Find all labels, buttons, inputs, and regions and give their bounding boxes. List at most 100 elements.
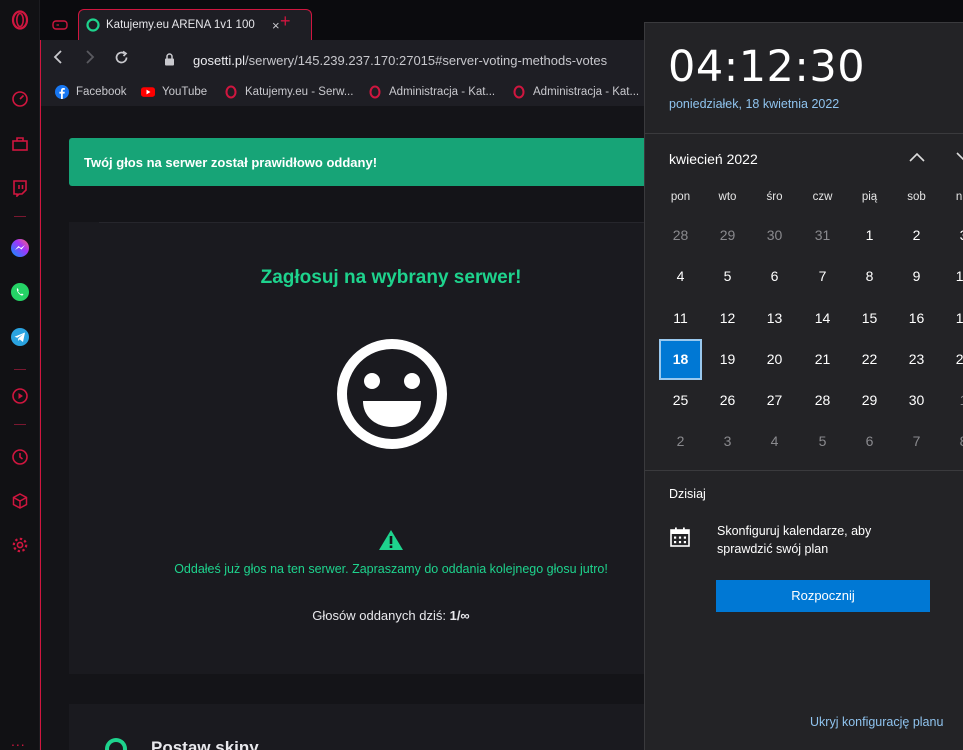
calendar-day[interactable]: 12: [704, 298, 751, 339]
month-label[interactable]: kwiecień 2022: [669, 151, 758, 167]
opera-sidebar: ...: [0, 0, 40, 750]
calendar-day[interactable]: 31: [799, 215, 846, 256]
opera-icon: [224, 85, 238, 99]
twitch-icon[interactable]: [9, 177, 31, 199]
settings-icon[interactable]: [9, 534, 31, 556]
weekday: czw: [812, 191, 833, 203]
sidebar-divider: [14, 369, 26, 370]
telegram-icon[interactable]: [9, 326, 31, 348]
calendar-day[interactable]: 7: [893, 421, 940, 462]
player-icon[interactable]: [9, 385, 31, 407]
bookmark-katujemy[interactable]: Katujemy.eu - Serw...: [224, 85, 353, 99]
lock-icon[interactable]: [164, 53, 175, 71]
calendar-day[interactable]: 29: [704, 215, 751, 256]
url-path: /serwery/145.239.237.170:27015#server-vo…: [245, 53, 608, 68]
weekday: sob: [907, 191, 926, 203]
calendar-day[interactable]: 7: [799, 256, 846, 297]
bookmark-label: Administracja - Kat...: [533, 86, 640, 98]
calendar-day[interactable]: 17: [940, 298, 963, 339]
calendar-day[interactable]: 1: [940, 380, 963, 421]
calendar-day[interactable]: 29: [846, 380, 893, 421]
calendar-day[interactable]: 10: [940, 256, 963, 297]
calendar-day[interactable]: 22: [846, 339, 893, 380]
extensions-icon[interactable]: [9, 490, 31, 512]
bookmark-admin-2[interactable]: Administracja - Kat...: [512, 85, 639, 99]
my-flow-icon[interactable]: [9, 133, 31, 155]
calendar-day[interactable]: 15: [846, 298, 893, 339]
close-tab-icon[interactable]: ×: [272, 18, 280, 33]
opera-icon: [368, 85, 382, 99]
flyout-divider: [645, 133, 963, 134]
votes-value: 1/∞: [449, 608, 470, 623]
bookmark-admin-1[interactable]: Administracja - Kat...: [368, 85, 495, 99]
votes-today: Głosów oddanych dziś: 1/∞: [41, 608, 741, 623]
gamepad-icon[interactable]: [52, 17, 68, 35]
calendar-day[interactable]: 6: [751, 256, 798, 297]
url-host: gosetti.pl: [193, 53, 246, 68]
forward-icon[interactable]: [85, 50, 95, 68]
hide-plan-link[interactable]: Ukryj konfigurację planu: [810, 715, 943, 729]
calendar-day[interactable]: 3: [940, 215, 963, 256]
whatsapp-icon[interactable]: [9, 281, 31, 303]
smiley-icon: [335, 337, 449, 456]
today-label: Dzisiaj: [669, 487, 706, 501]
opera-logo-icon[interactable]: [9, 9, 31, 31]
more-icon[interactable]: ...: [11, 733, 26, 749]
calendar-day[interactable]: 28: [657, 215, 704, 256]
calendar-day[interactable]: 8: [940, 421, 963, 462]
warning-icon: [378, 529, 404, 556]
youtube-icon: [141, 85, 155, 99]
calendar-day-today[interactable]: 18: [659, 339, 702, 380]
history-icon[interactable]: [9, 446, 31, 468]
start-button[interactable]: Rozpocznij: [716, 580, 930, 612]
speed-dial-icon[interactable]: [9, 88, 31, 110]
calendar-day[interactable]: 9: [893, 256, 940, 297]
calendar-icon: [669, 526, 691, 553]
opera-icon: [512, 85, 526, 99]
calendar-day[interactable]: 8: [846, 256, 893, 297]
tab-title: Katujemy.eu ARENA 1v1 100: [106, 19, 255, 31]
calendar-day[interactable]: 27: [751, 380, 798, 421]
calendar-day[interactable]: 4: [657, 256, 704, 297]
calendar-day[interactable]: 20: [751, 339, 798, 380]
calendar-day[interactable]: 14: [799, 298, 846, 339]
date-link[interactable]: poniedziałek, 18 kwietnia 2022: [669, 97, 839, 111]
calendar-day[interactable]: 23: [893, 339, 940, 380]
calendar-day[interactable]: 5: [799, 421, 846, 462]
calendar-day[interactable]: 5: [704, 256, 751, 297]
bookmark-label: YouTube: [162, 86, 208, 98]
url-field[interactable]: gosetti.pl/serwery/145.239.237.170:27015…: [193, 53, 607, 68]
calendar-day[interactable]: 6: [846, 421, 893, 462]
calendar-day[interactable]: 26: [704, 380, 751, 421]
calendar-day[interactable]: 21: [799, 339, 846, 380]
weekday: śro: [766, 191, 783, 203]
weekday: wto: [718, 191, 737, 203]
chevron-up-icon[interactable]: [908, 150, 926, 168]
calendar-day[interactable]: 2: [657, 421, 704, 462]
chevron-down-icon[interactable]: [955, 150, 963, 168]
tab-active[interactable]: Katujemy.eu ARENA 1v1 100 ×: [78, 9, 312, 40]
calendar-day[interactable]: 16: [893, 298, 940, 339]
bookmark-facebook[interactable]: Facebook: [55, 85, 127, 99]
calendar-day[interactable]: 11: [657, 298, 704, 339]
already-voted-message: Oddałeś już głos na ten serwer. Zaprasza…: [174, 562, 608, 576]
calendar-day[interactable]: 25: [657, 380, 704, 421]
calendar-day[interactable]: 13: [751, 298, 798, 339]
back-icon[interactable]: [53, 50, 63, 68]
section-title: Postaw skiny: [151, 738, 259, 750]
bookmark-label: Facebook: [76, 86, 127, 98]
reload-icon[interactable]: [114, 50, 129, 69]
calendar-day[interactable]: 30: [751, 215, 798, 256]
flyout-divider: [645, 470, 963, 471]
calendar-day[interactable]: 24: [940, 339, 963, 380]
calendar-day[interactable]: 1: [846, 215, 893, 256]
calendar-day[interactable]: 2: [893, 215, 940, 256]
messenger-icon[interactable]: [9, 237, 31, 259]
calendar-day[interactable]: 19: [704, 339, 751, 380]
bookmark-youtube[interactable]: YouTube: [141, 85, 207, 99]
calendar-day[interactable]: 4: [751, 421, 798, 462]
calendar-day[interactable]: 3: [704, 421, 751, 462]
calendar-day[interactable]: 28: [799, 380, 846, 421]
new-tab-button[interactable]: +: [280, 12, 291, 30]
calendar-day[interactable]: 30: [893, 380, 940, 421]
